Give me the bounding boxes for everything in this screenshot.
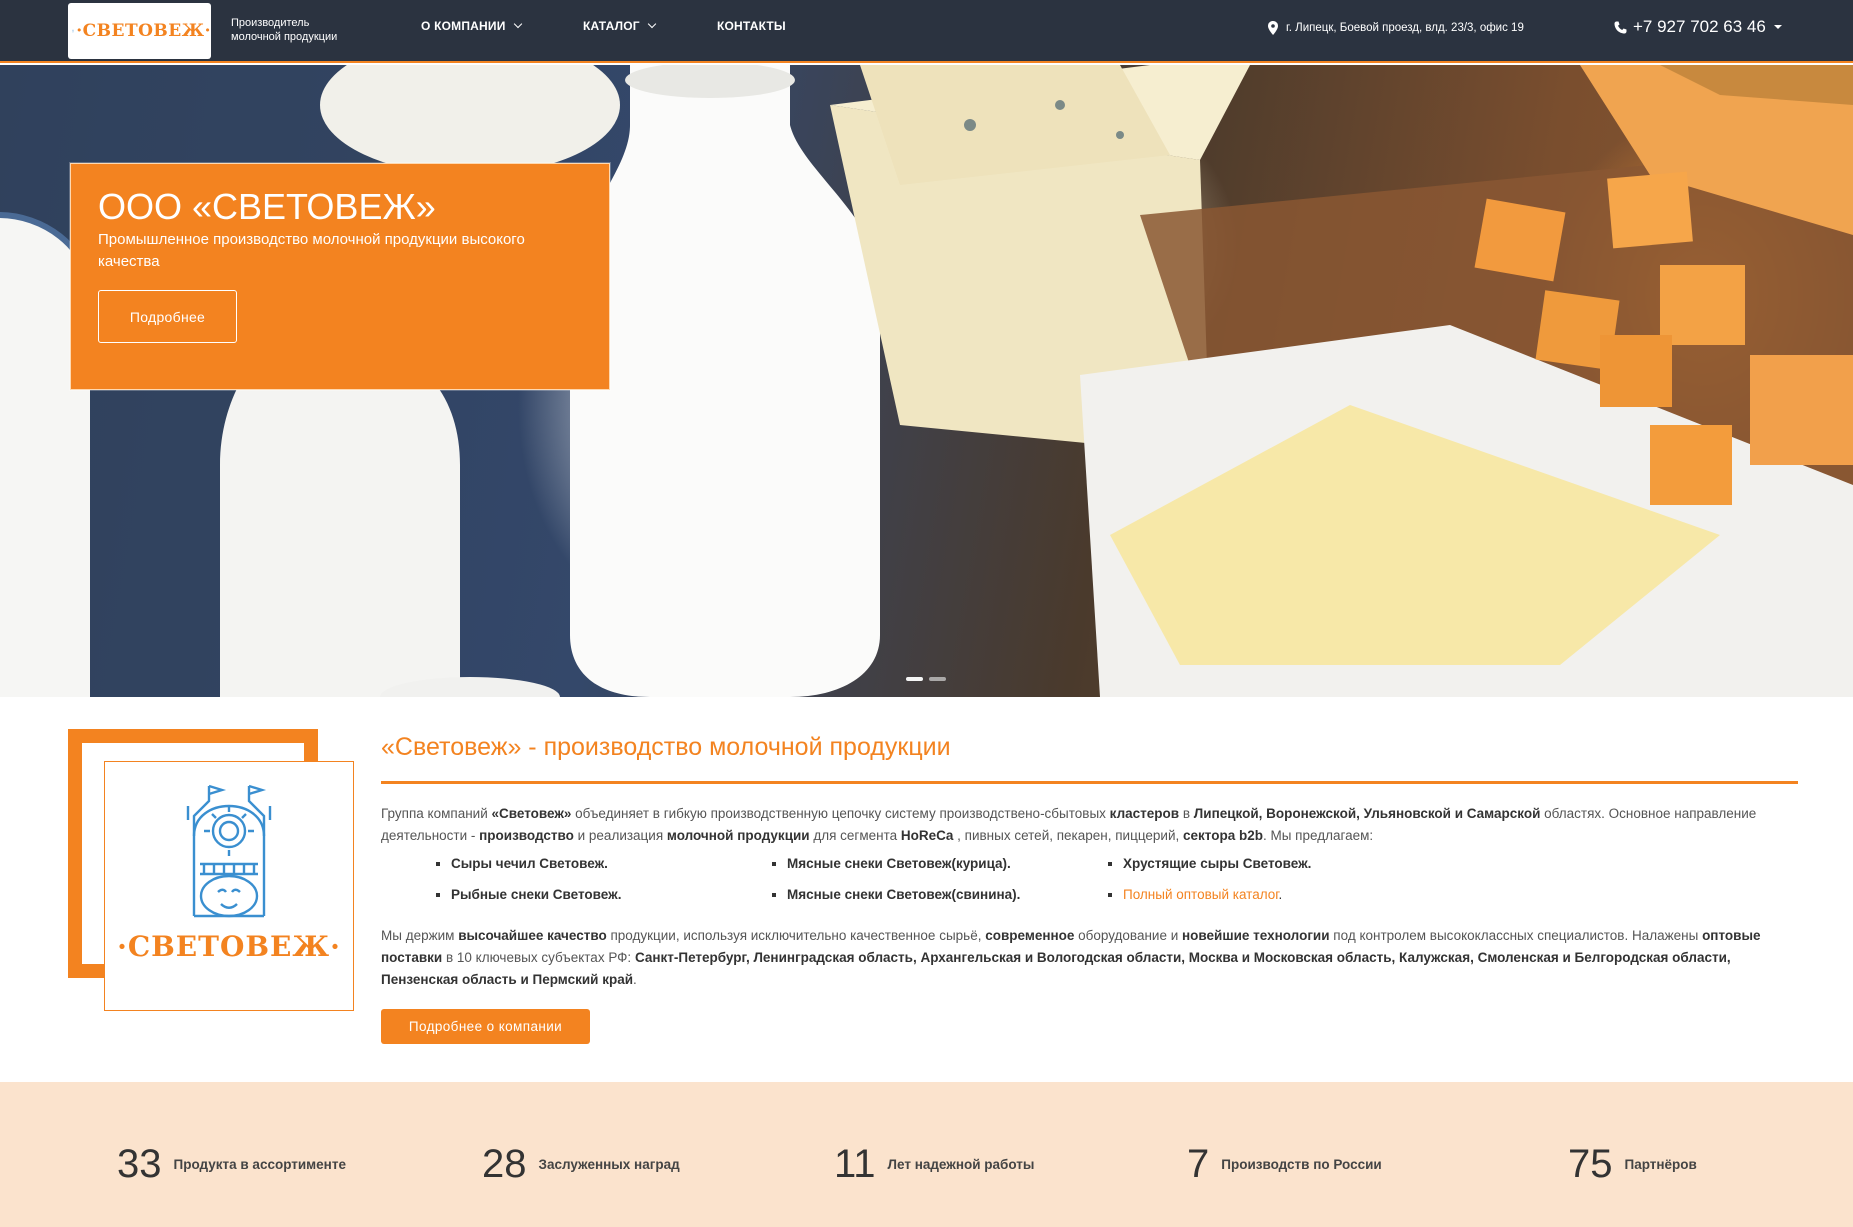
header-address: г. Липецк, Боевой проезд, влд. 23/3, офи…	[1268, 21, 1524, 35]
product-list: Сыры чечил Световеж. Мясные снеки Светов…	[436, 856, 1636, 916]
slider-dot-1[interactable]	[906, 677, 923, 681]
header-phone[interactable]: +7 927 702 63 46	[1614, 17, 1782, 37]
hero-more-button[interactable]: Подробнее	[98, 290, 237, 343]
nav-item-catalog[interactable]: КАТАЛОГ	[583, 19, 656, 33]
site-logo[interactable]: ·СВЕТОВЕЖ·	[68, 3, 211, 59]
about-paragraph-2: Мы держим высочайшее качество продукции,…	[381, 925, 1799, 991]
stat-label: Заслуженных наград	[538, 1156, 680, 1172]
about-divider	[381, 781, 1798, 784]
text: и реализация	[573, 828, 667, 843]
stat-item: 33 Продукта в ассортименте	[117, 1141, 346, 1187]
nav-item-contacts[interactable]: КОНТАКТЫ	[717, 19, 786, 33]
hero-caption-panel: ООО «СВЕТОВЕЖ» Промышленное производство…	[70, 163, 610, 390]
text-bold: «Световеж»	[491, 806, 572, 821]
text: Мы держим	[381, 928, 459, 943]
stat-item: 28 Заслуженных наград	[482, 1141, 680, 1187]
stat-item: 11 Лет надежной работы	[834, 1141, 1034, 1187]
nav-item-label: О КОМПАНИИ	[421, 19, 506, 33]
about-heading: «Световеж» - производство молочной проду…	[381, 733, 951, 761]
chevron-down-icon	[647, 19, 656, 29]
text: под контролем высококлассных специалисто…	[1329, 928, 1703, 943]
text-bold: Липецкой, Воронежской, Ульяновской и Сам…	[1193, 806, 1541, 821]
text: в 10 ключевых субъектах РФ:	[442, 950, 635, 965]
list-item: Рыбные снеки Световеж.	[436, 887, 621, 902]
text-bold: новейшие технологии	[1182, 928, 1330, 943]
text: . Мы предлагаем:	[1262, 828, 1374, 843]
stat-value: 7	[1187, 1142, 1210, 1186]
chevron-down-icon	[513, 19, 522, 29]
nav-item-label: КАТАЛОГ	[583, 19, 640, 33]
stat-item: 7 Производств по России	[1187, 1141, 1382, 1187]
map-pin-icon	[1268, 21, 1278, 35]
text-bold: современное	[985, 928, 1075, 943]
stat-value: 33	[117, 1142, 162, 1186]
text: в	[1179, 806, 1194, 821]
site-tagline: Производитель молочной продукции	[231, 17, 338, 43]
logo-text: ·СВЕТОВЕЖ·	[76, 21, 211, 41]
hero-title: ООО «СВЕТОВЕЖ»	[98, 186, 436, 227]
stat-label: Лет надежной работы	[887, 1156, 1035, 1172]
text: , пивных сетей, пекарен, пиццерий,	[953, 828, 1183, 843]
stat-value: 75	[1568, 1142, 1613, 1186]
caret-down-icon	[1773, 25, 1782, 29]
stats-bar: 33 Продукта в ассортименте 28 Заслуженны…	[0, 1082, 1853, 1227]
phone-number: +7 927 702 63 46	[1633, 17, 1766, 36]
nav-item-about[interactable]: О КОМПАНИИ	[421, 19, 522, 33]
text: .	[633, 972, 637, 987]
slider-dots	[906, 677, 946, 681]
text-bold: молочной продукции	[666, 828, 810, 843]
list-item: Мясные снеки Световеж(свинина).	[772, 887, 1020, 902]
text: объединяет в гибкую производственную цеп…	[571, 806, 1110, 821]
text: оборудование и	[1074, 928, 1183, 943]
site-header: ·СВЕТОВЕЖ· Производитель молочной продук…	[0, 0, 1853, 63]
text-bold: высочайшее качество	[458, 928, 607, 943]
list-item: Сыры чечил Световеж.	[436, 856, 608, 871]
full-catalog-link-label: Полный оптовый каталог	[1123, 887, 1279, 902]
stat-value: 11	[834, 1142, 876, 1186]
phone-icon	[1614, 21, 1627, 33]
stat-value: 28	[482, 1142, 527, 1186]
text-bold: производство	[479, 828, 574, 843]
list-item: Хрустящие сыры Световеж.	[1108, 856, 1311, 871]
text-bold: HoReCa	[900, 828, 954, 843]
text: для сегмента	[809, 828, 901, 843]
about-more-button[interactable]: Подробнее о компании	[381, 1009, 590, 1044]
stat-label: Партнёров	[1624, 1156, 1697, 1172]
stat-label: Производств по России	[1221, 1156, 1382, 1172]
full-catalog-link[interactable]: Полный оптовый каталог.	[1108, 887, 1282, 902]
text: продукции, используя исключительно качес…	[606, 928, 986, 943]
text-bold: кластеров	[1109, 806, 1180, 821]
text: Группа компаний	[381, 806, 492, 821]
hero-subtitle: Промышленное производство молочной проду…	[98, 231, 525, 270]
slider-dot-2[interactable]	[929, 677, 946, 681]
castle-logo-icon	[72, 29, 74, 33]
about-logo: ·СВЕТОВЕЖ·	[104, 761, 354, 1011]
about-logo-text: ·СВЕТОВЕЖ·	[117, 930, 341, 963]
address-text: г. Липецк, Боевой проезд, влд. 23/3, офи…	[1286, 22, 1524, 34]
text-bold: сектора b2b	[1183, 828, 1263, 843]
stat-item: 75 Партнёров	[1568, 1141, 1697, 1187]
castle-logo-icon	[186, 784, 272, 918]
list-item: Мясные снеки Световеж(курица).	[772, 856, 1011, 871]
hero-slider: ООО «СВЕТОВЕЖ» Промышленное производство…	[0, 65, 1853, 697]
about-paragraph-1: Группа компаний «Световеж» объединяет в …	[381, 803, 1799, 847]
nav-item-label: КОНТАКТЫ	[717, 19, 786, 33]
stat-label: Продукта в ассортименте	[173, 1156, 346, 1172]
